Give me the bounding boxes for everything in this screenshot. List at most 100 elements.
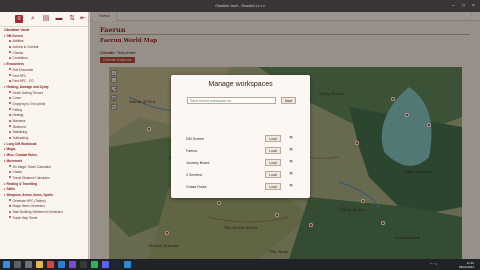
load-workspace-button[interactable]: Load: [265, 135, 281, 142]
file-icon: [9, 165, 11, 167]
taskbar-clock[interactable]: 11:32 08/02/2023: [459, 261, 474, 269]
sidebar-item-label: Movement: [6, 158, 23, 163]
workspace-row: 3 Screens Load ✕: [186, 171, 299, 179]
sidebar-item-label: Six Magic Travel Calculator: [12, 164, 52, 169]
file-icon: [9, 204, 11, 207]
workspace-name: Journey Board: [186, 160, 210, 165]
chevron-icon: [4, 142, 5, 145]
load-workspace-button[interactable]: Load: [265, 159, 281, 166]
workspace-name: 3 Screens: [186, 172, 203, 177]
sidebar-item-label: Healing: [12, 113, 24, 118]
file-tree: Obsidian Vault DM Screen Abilities Actions …: [0, 27, 88, 221]
taskview-icon[interactable]: [25, 261, 32, 268]
sidebar-item-label: Stabilizing: [12, 130, 28, 135]
chevron-icon: [4, 34, 5, 37]
window-title: Obsidian Vault - Obsidian v1.x.x: [215, 4, 265, 8]
file-icon: [9, 216, 11, 219]
sidebar-item-label: Death Saving Throws: [12, 90, 43, 95]
file-icon: [9, 176, 11, 179]
save-workspace-button[interactable]: Save: [281, 97, 296, 104]
workspace-name: Faerun: [186, 148, 198, 153]
file-icon: [9, 45, 11, 48]
modal-backdrop[interactable]: Manage workspaces Save DM Screen Load ✕ …: [90, 12, 480, 259]
manage-workspaces-dialog: Manage workspaces Save DM Screen Load ✕ …: [171, 75, 310, 198]
file-icon: [9, 56, 11, 59]
chevron-icon: [4, 193, 5, 196]
file-explorer-sidebar: ≡ ⌕ ▤ ▬ ⇅ ⇤ Obsidian Vault DM Screen Abili…: [0, 12, 89, 259]
file-icon: [9, 39, 11, 42]
sidebar-item-label: Dropping to 0 hit points: [12, 101, 46, 106]
sidebar-item-label: Start Building Settlement Generator: [12, 210, 63, 214]
load-workspace-button[interactable]: Load: [265, 147, 281, 154]
vscode-icon[interactable]: [124, 261, 131, 268]
sidebar-item-label: Fast NPC: [12, 73, 27, 78]
start-icon[interactable]: [3, 261, 10, 268]
sidebar-item-label: Abilities: [12, 39, 24, 44]
file-icon: [9, 102, 11, 105]
file-icon: [9, 108, 11, 111]
sidebar-item-label: Conditions: [12, 56, 28, 61]
sort-icon[interactable]: ⇅: [68, 15, 76, 23]
clock-date: 08/02/2023: [458, 264, 474, 269]
workspace-name-input[interactable]: [187, 97, 276, 104]
folder-icon[interactable]: ▬: [55, 15, 63, 23]
spotify-icon[interactable]: [91, 261, 98, 268]
sidebar-item-label: Misc. Combat Rules: [6, 153, 37, 158]
collapse-icon[interactable]: ⇤: [79, 15, 87, 23]
window-title-bar: Obsidian Vault - Obsidian v1.x.x – □ ×: [0, 0, 480, 12]
sidebar-item-label: Falling: [12, 107, 22, 112]
workspace-name: Chase Rules: [186, 184, 207, 189]
sidebar-item-label: Suffocating: [12, 136, 29, 141]
tray-icons[interactable]: ^ ◔ ♪: [430, 262, 437, 266]
sidebar-item-label: Sickened: [12, 124, 26, 129]
sidebar-item-label: Healing, Damage and Dying: [6, 84, 49, 89]
search-icon[interactable]: ⌕: [29, 15, 37, 23]
close-icon[interactable]: ×: [472, 3, 475, 9]
sidebar-item-label: Roll Encounter: [12, 67, 34, 72]
os-taskbar: ^ ◔ ♪ 11:32 08/02/2023: [0, 259, 480, 270]
steam-icon[interactable]: [113, 261, 120, 268]
chevron-icon: [4, 159, 5, 162]
discord-icon[interactable]: [102, 261, 109, 268]
load-workspace-button[interactable]: Load: [265, 171, 281, 178]
file-icon: [9, 74, 11, 76]
sidebar-item-label: Long DM Workbook: [6, 141, 37, 146]
vault-icon[interactable]: ≡: [15, 15, 23, 23]
chrome-icon[interactable]: [47, 261, 54, 268]
sidebar-item-label: Magic Items Generator: [12, 204, 45, 209]
file-icon: [9, 125, 11, 128]
workspace-name: DM Screen: [186, 136, 204, 141]
delete-workspace-icon[interactable]: ✕: [289, 171, 293, 177]
maximize-icon[interactable]: □: [462, 3, 465, 9]
delete-workspace-icon[interactable]: ✕: [289, 159, 293, 165]
sidebar-item-label: Checks: [12, 50, 24, 55]
mail-icon[interactable]: [58, 261, 65, 268]
file-icon: [9, 130, 11, 133]
workspace-row: Journey Board Load ✕: [186, 159, 299, 167]
file-icon: [9, 170, 11, 173]
sidebar-item-label: Madness: [12, 119, 26, 123]
obsidian-icon[interactable]: [69, 261, 76, 268]
file-icon: [9, 136, 11, 139]
chevron-icon: [4, 148, 5, 151]
files-icon[interactable]: ▤: [42, 15, 50, 23]
load-workspace-button[interactable]: Load: [265, 183, 281, 190]
chevron-icon: [4, 182, 5, 185]
delete-workspace-icon[interactable]: ✕: [289, 135, 293, 141]
explorer-icon[interactable]: [36, 261, 43, 268]
delete-workspace-icon[interactable]: ✕: [289, 183, 293, 189]
minimize-icon[interactable]: –: [452, 3, 455, 9]
file-icon: [9, 199, 11, 202]
sidebar-item-label: Magic: [6, 147, 16, 152]
sidebar-item-label: Chase: [12, 170, 22, 175]
sidebar-item-label: Actions in Combat: [12, 45, 39, 50]
chevron-icon: [4, 188, 5, 191]
sidebar-item-label: Obsidian Vault: [4, 28, 29, 32]
sidebar-item-label: Trade Help Sheet: [12, 215, 38, 220]
terminal-icon[interactable]: [80, 261, 87, 268]
search-icon[interactable]: [14, 261, 21, 268]
workspace-row: Faerun Load ✕: [186, 147, 299, 155]
delete-workspace-icon[interactable]: ✕: [289, 147, 293, 153]
sidebar-item-label: Encounters: [6, 62, 25, 67]
sidebar-file[interactable]: Trade Help Sheet: [0, 216, 88, 222]
